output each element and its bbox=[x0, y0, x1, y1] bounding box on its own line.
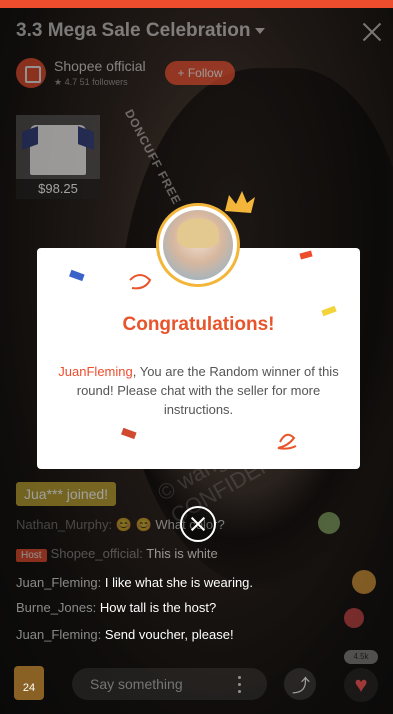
shop-name[interactable]: Shopee official bbox=[54, 58, 146, 74]
bottom-bar: 24 ♥ bbox=[0, 656, 393, 714]
more-vertical-icon[interactable] bbox=[238, 676, 242, 694]
join-notice: Jua*** joined! bbox=[16, 482, 117, 506]
chat-message: Juan_Fleming: Send voucher, please! bbox=[16, 627, 234, 642]
crown-icon bbox=[225, 191, 255, 213]
shop-followers: ★ 4.7 51 followers bbox=[54, 77, 128, 87]
top-accent-bar bbox=[0, 0, 393, 8]
follow-button[interactable]: + Follow bbox=[165, 61, 235, 85]
reaction-bubble bbox=[352, 570, 376, 594]
stream-title[interactable]: 3.3 Mega Sale Celebration bbox=[16, 20, 266, 42]
share-icon[interactable] bbox=[284, 668, 316, 700]
host-badge: Host bbox=[16, 549, 47, 562]
shop-avatar[interactable] bbox=[16, 58, 46, 88]
product-price: $98.25 bbox=[16, 179, 100, 199]
chat-message: Host Shopee_official: This is white bbox=[16, 546, 218, 562]
confetti bbox=[69, 250, 337, 450]
bag-count: 24 bbox=[22, 682, 36, 694]
chat-message: Burne_Jones: How tall is the host? bbox=[16, 600, 217, 615]
chat-message: Juan_Fleming: I like what she is wearing… bbox=[16, 575, 254, 590]
product-card[interactable]: $98.25 bbox=[16, 115, 100, 199]
heart-icon[interactable]: ♥ bbox=[344, 668, 378, 702]
tshirt-image bbox=[30, 125, 86, 175]
close-circle-icon[interactable] bbox=[180, 506, 216, 542]
chevron-down-icon bbox=[255, 27, 266, 34]
reaction-bubble bbox=[344, 608, 364, 628]
like-count: 4.5k bbox=[344, 650, 378, 664]
close-icon[interactable] bbox=[362, 22, 382, 42]
reaction-bubble bbox=[318, 512, 340, 534]
